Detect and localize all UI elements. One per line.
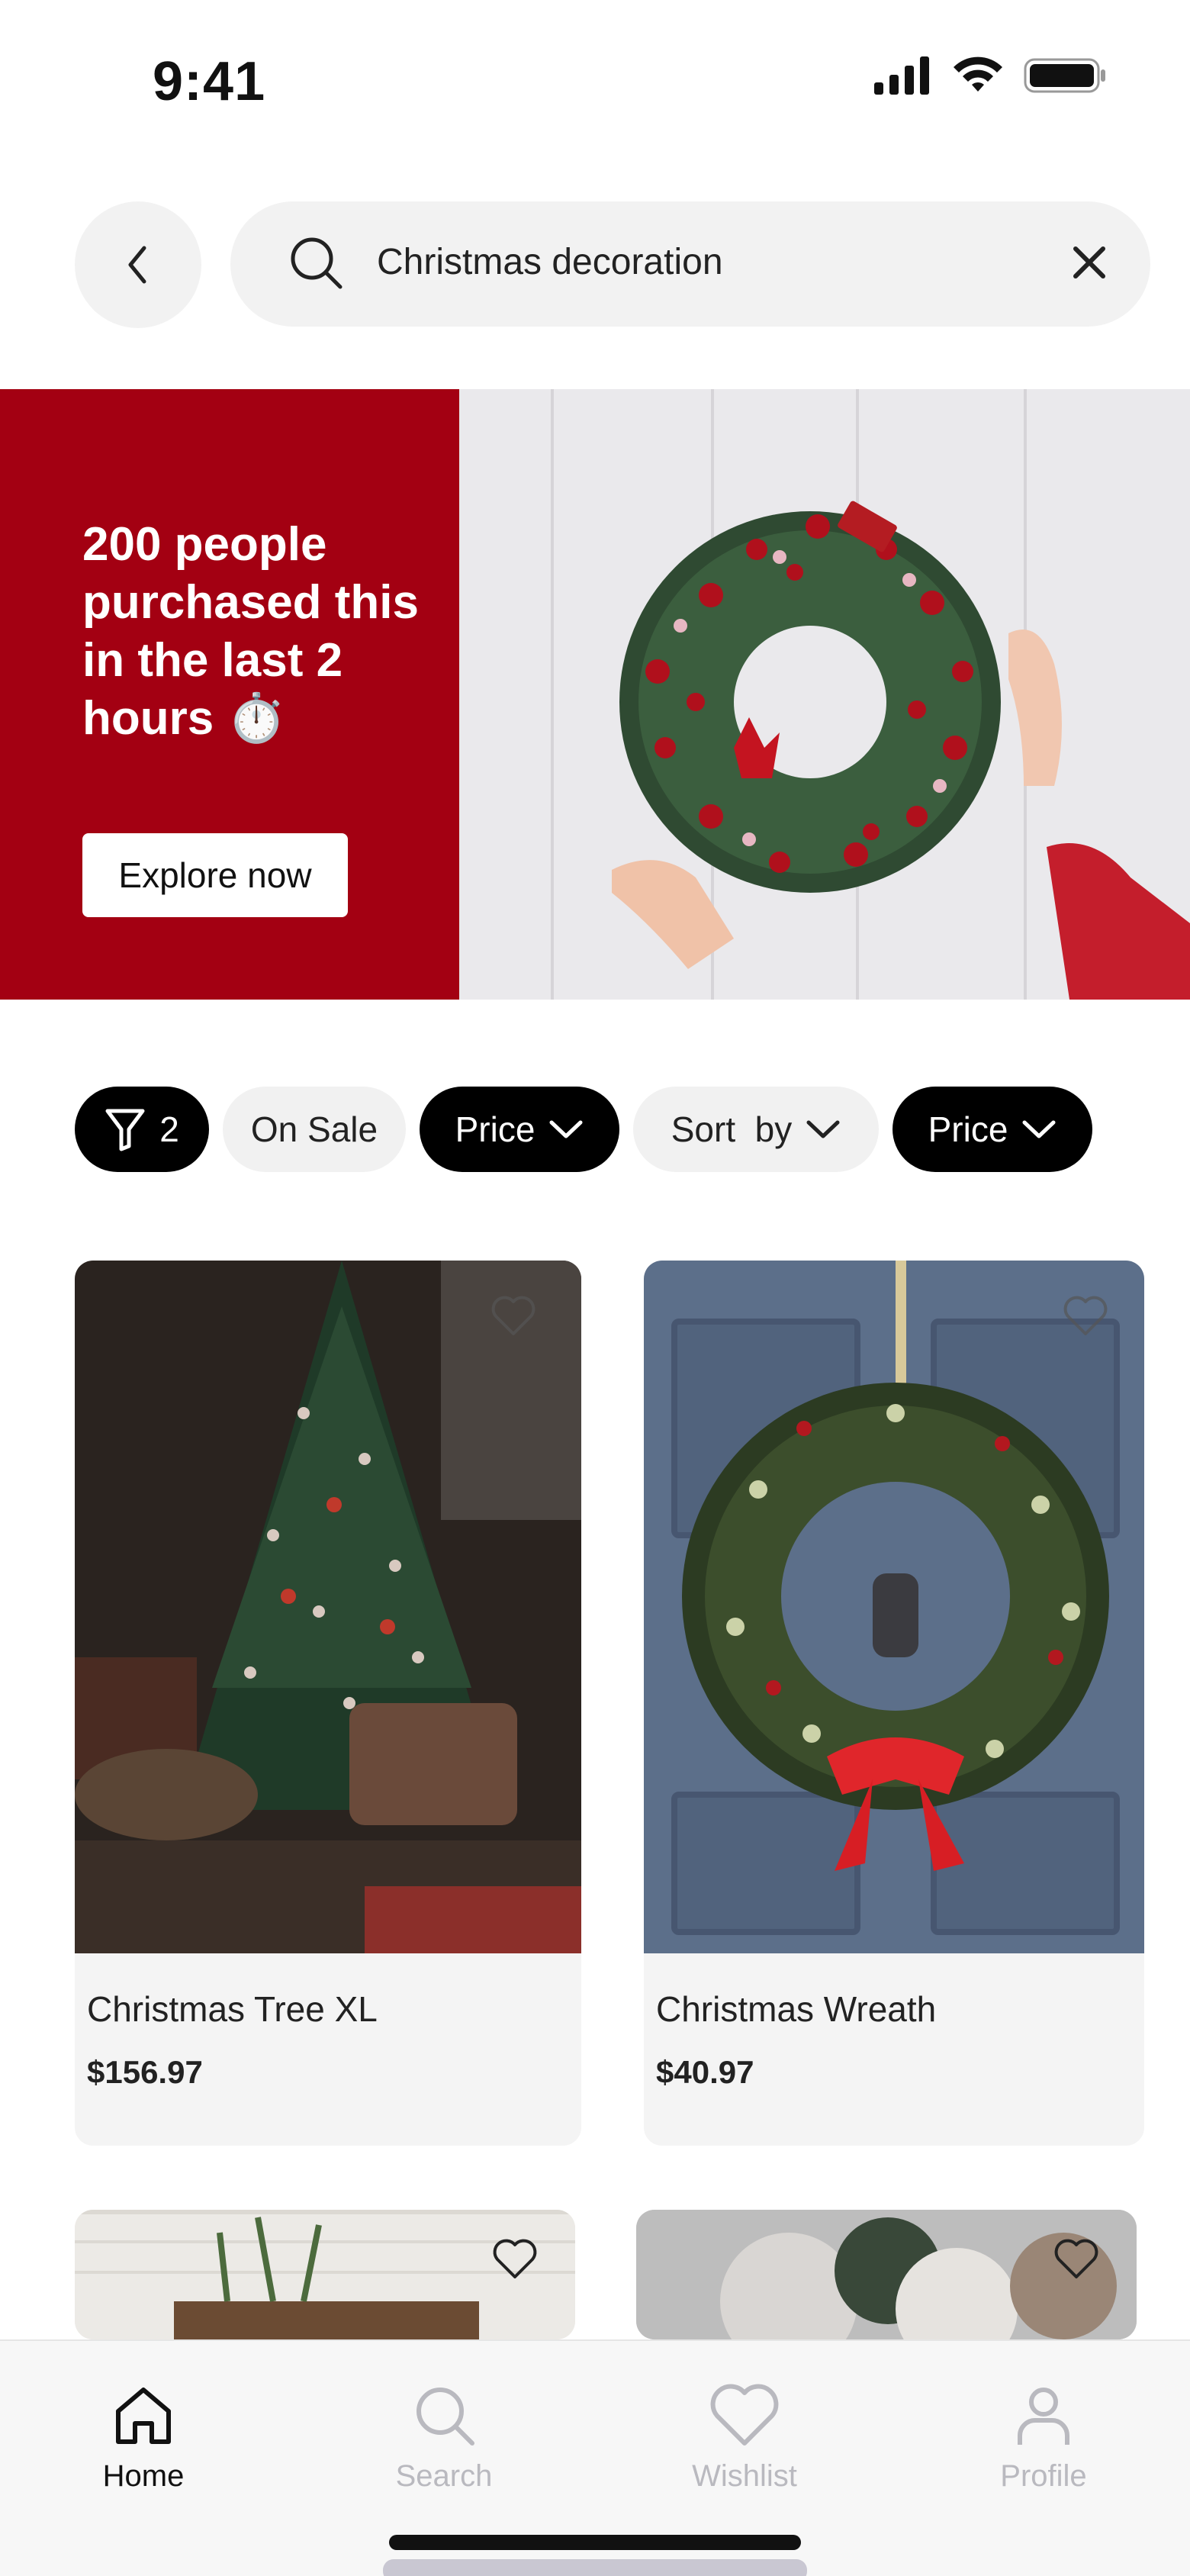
- product-card-christmas-wreath[interactable]: Christmas Wreath $40.97: [644, 1261, 1144, 2146]
- back-button[interactable]: [75, 201, 201, 328]
- search-input[interactable]: Christmas decoration: [230, 201, 1150, 327]
- wifi-icon: [954, 56, 1002, 92]
- nav-wishlist-label: Wishlist: [692, 2459, 797, 2493]
- search-icon: [416, 2388, 474, 2446]
- promo-banner: 200 people purchased this in the last 2 …: [0, 389, 1190, 1000]
- nav-search[interactable]: Search: [352, 2381, 536, 2494]
- heart-icon: [710, 2384, 779, 2446]
- status-bar: 9:41: [0, 0, 1190, 153]
- search-icon: [291, 237, 343, 289]
- chevron-left-icon: [128, 246, 146, 284]
- home-indicator-shadow: [383, 2559, 807, 2576]
- heart-icon[interactable]: [491, 2237, 539, 2280]
- wreath-photo: [459, 389, 1190, 1000]
- product-card-christmas-tree[interactable]: Christmas Tree XL $156.97: [75, 1261, 581, 2146]
- heart-icon[interactable]: [1053, 2237, 1100, 2280]
- nav-profile-label: Profile: [1000, 2459, 1087, 2493]
- close-icon[interactable]: [1068, 241, 1111, 284]
- banner-panel: 200 people purchased this in the last 2 …: [0, 389, 459, 1000]
- chevron-down-icon: [806, 1120, 840, 1138]
- filter-button[interactable]: 2: [75, 1087, 209, 1172]
- heart-icon[interactable]: [1062, 1294, 1109, 1337]
- filter-chips: 2 On Sale Price Sort by Price: [75, 1087, 1092, 1172]
- product-price: $156.97: [87, 2054, 203, 2090]
- chevron-down-icon: [549, 1120, 583, 1138]
- explore-now-button[interactable]: Explore now: [82, 833, 348, 917]
- chip-on-sale-label: On Sale: [250, 1109, 378, 1149]
- nav-profile[interactable]: Profile: [952, 2381, 1135, 2494]
- home-icon: [116, 2388, 171, 2444]
- chip-price-label: Price: [455, 1109, 536, 1149]
- chip-price-2[interactable]: Price: [892, 1087, 1092, 1172]
- search-query: Christmas decoration: [377, 242, 723, 282]
- christmas-wreath-photo: [644, 1261, 1144, 1953]
- profile-icon: [1018, 2388, 1069, 2445]
- product-card-partial-1[interactable]: [75, 2210, 575, 2339]
- christmas-tree-photo: [75, 1261, 581, 1953]
- product-price: $40.97: [656, 2054, 754, 2090]
- signal-icon: [874, 56, 929, 95]
- product-title: Christmas Wreath: [656, 1989, 937, 2029]
- chip-price[interactable]: Price: [420, 1087, 619, 1172]
- home-indicator[interactable]: [389, 2535, 801, 2550]
- nav-search-label: Search: [395, 2459, 493, 2493]
- chip-price-2-label: Price: [928, 1109, 1008, 1149]
- filter-count: 2: [159, 1109, 179, 1149]
- chevron-down-icon: [1022, 1120, 1056, 1138]
- screen: 9:41 Christmas decoration 200 people pur…: [0, 0, 1190, 2576]
- status-icons: [874, 56, 1108, 95]
- chip-sort-by-label: Sort by: [671, 1109, 793, 1149]
- chip-on-sale[interactable]: On Sale: [223, 1087, 406, 1172]
- nav-wishlist[interactable]: Wishlist: [653, 2381, 836, 2494]
- banner-text: 200 people purchased this in the last 2 …: [82, 518, 419, 745]
- product-title: Christmas Tree XL: [87, 1989, 378, 2029]
- filter-icon: [105, 1109, 145, 1151]
- nav-home-label: Home: [102, 2459, 185, 2493]
- battery-icon: [1024, 58, 1105, 93]
- nav-home[interactable]: Home: [52, 2381, 235, 2494]
- chip-sort-by[interactable]: Sort by: [633, 1087, 879, 1172]
- status-time: 9:41: [153, 51, 266, 112]
- heart-icon[interactable]: [490, 1294, 537, 1337]
- product-card-partial-2[interactable]: [636, 2210, 1137, 2339]
